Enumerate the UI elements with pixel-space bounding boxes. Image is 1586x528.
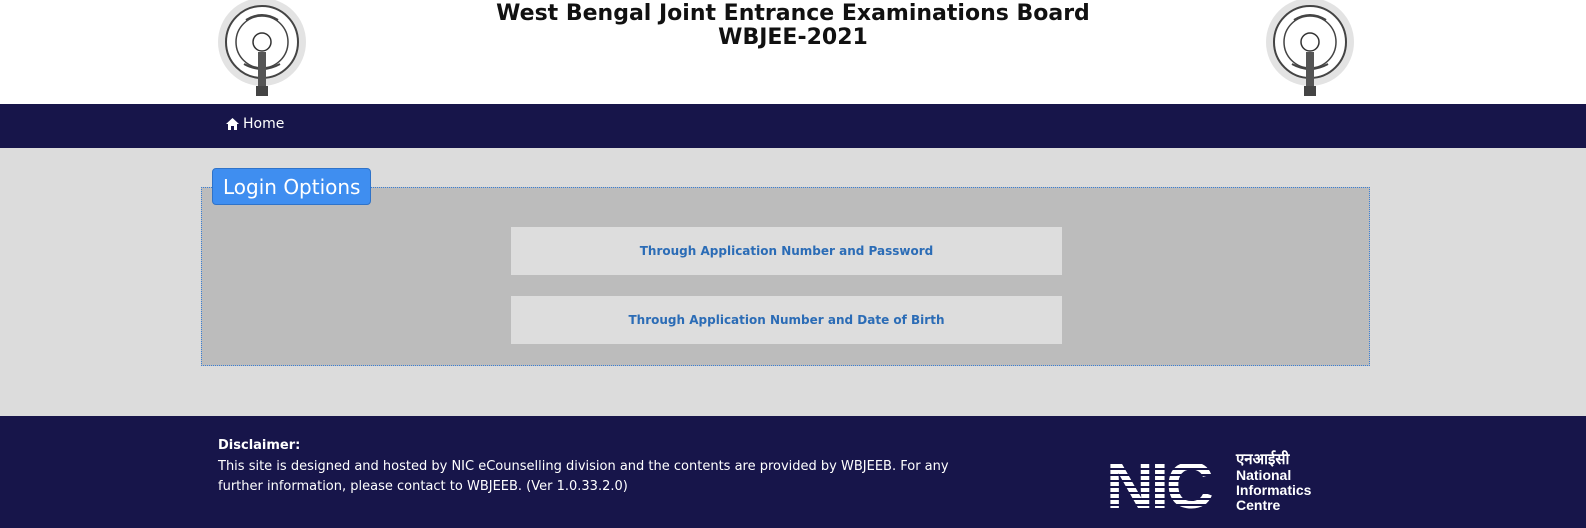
login-password-option[interactable]: Through Application Number and Password: [511, 227, 1062, 275]
login-options-legend: Login Options: [212, 168, 372, 205]
board-title: West Bengal Joint Entrance Examinations …: [496, 1, 1090, 26]
login-dob-option[interactable]: Through Application Number and Date of B…: [511, 296, 1062, 344]
site-footer: Disclaimer: This site is designed and ho…: [0, 416, 1586, 528]
nic-name-line2: Informatics: [1236, 482, 1312, 498]
home-icon: [226, 118, 239, 130]
nic-hindi: एनआईसी: [1235, 450, 1290, 468]
main-content: Login Options Through Application Number…: [0, 148, 1586, 416]
site-header: West Bengal Joint Entrance Examinations …: [0, 0, 1586, 104]
navbar: Home: [0, 104, 1586, 148]
disclaimer-text: This site is designed and hosted by NIC …: [218, 459, 949, 494]
nav-home-label: Home: [243, 116, 285, 132]
nic-name-line3: Centre: [1236, 497, 1281, 513]
nav-home-link[interactable]: Home: [226, 116, 284, 132]
nic-logo: NIC एनआईसी National Informatics Centre: [1106, 448, 1312, 516]
nic-name-line1: National: [1236, 467, 1291, 483]
disclaimer-title: Disclaimer:: [218, 438, 301, 453]
exam-title: WBJEE-2021: [718, 25, 868, 50]
nic-letters: NIC: [1106, 448, 1212, 516]
